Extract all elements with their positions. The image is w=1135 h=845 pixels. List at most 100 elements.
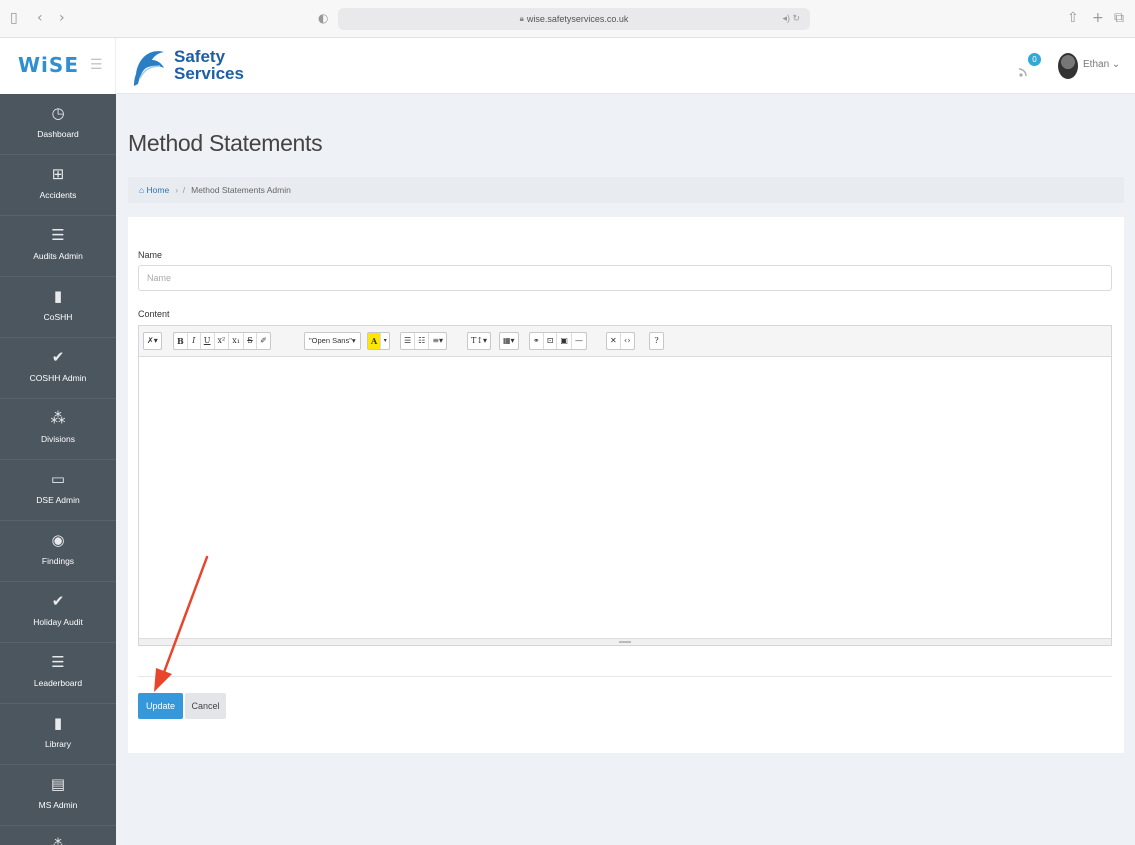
notification-badge: 0 <box>1028 53 1041 66</box>
new-tab-icon[interactable]: + <box>1092 10 1104 26</box>
list-icon: ☰ <box>51 226 65 244</box>
notifications-button[interactable]: 0 <box>1018 53 1041 79</box>
unordered-list-button[interactable]: ☰ <box>401 333 416 349</box>
line-height-dropdown[interactable]: T↕▾ <box>468 333 490 349</box>
sidebar-item-label: Library <box>45 739 71 749</box>
check-icon: ✔ <box>51 348 65 366</box>
editor-content-area[interactable] <box>139 357 1111 639</box>
video-button[interactable]: ▣ <box>557 333 572 349</box>
sidebar-item-label: CoSHH <box>43 312 73 322</box>
sidebar: ◷ Dashboard ⊞ Accidents ☰ Audits Admin ▮… <box>0 94 116 845</box>
tabs-icon[interactable]: ⧉ <box>1114 10 1124 26</box>
breadcrumb-home-link[interactable]: ⌂ Home <box>139 185 169 195</box>
update-button[interactable]: Update <box>138 693 183 719</box>
breadcrumb-separator: › / <box>175 185 186 195</box>
sidebar-item-coshh[interactable]: ▮ CoSHH <box>0 277 116 338</box>
fullscreen-button[interactable]: ✕ <box>607 333 621 349</box>
shield-icon[interactable]: ◐ <box>318 10 328 26</box>
wise-logo[interactable]: WiSE <box>18 53 79 77</box>
ordered-list-button[interactable]: ☷ <box>415 333 430 349</box>
method-statement-form: Name Content ✗▾ B I U x² x₁ S ✐ "Open Sa… <box>128 217 1124 753</box>
italic-button[interactable]: I <box>188 333 201 349</box>
sidebar-item-leaderboard[interactable]: ☰ Leaderboard <box>0 643 116 704</box>
lock-icon: 🔒︎ <box>519 14 524 23</box>
help-group: ? <box>649 332 664 350</box>
sidebar-toggle-icon[interactable]: ▯ <box>10 10 18 26</box>
sidebar-item-library[interactable]: ▮ Library <box>0 704 116 765</box>
horizontal-rule-button[interactable]: — <box>572 333 586 349</box>
sidebar-item-accidents[interactable]: ⊞ Accidents <box>0 155 116 216</box>
editor-resize-handle[interactable] <box>139 638 1111 645</box>
sidebar-item-ms-admin[interactable]: ▤ MS Admin <box>0 765 116 826</box>
book-icon: ▮ <box>53 287 63 305</box>
back-icon[interactable]: ‹ <box>37 10 43 26</box>
list-icon: ☰ <box>51 653 65 671</box>
sidebar-item-label: Divisions <box>40 434 75 444</box>
sidebar-item-holiday-audit[interactable]: ✔ Holiday Audit <box>0 582 116 643</box>
brand-name: Safety Services <box>174 48 244 82</box>
link-button[interactable]: ⚭ <box>530 333 544 349</box>
resize-grip-icon <box>619 641 631 643</box>
strikethrough-button[interactable]: S <box>244 333 257 349</box>
browser-toolbar: ▯ ‹ › ◐ 🔒︎ wise.safetyservices.co.uk ◂) … <box>0 0 1135 38</box>
eye-icon: ◉ <box>51 531 65 549</box>
name-label: Name <box>138 250 163 260</box>
underline-button[interactable]: U <box>201 333 215 349</box>
insert-group: ⚭ ⊡ ▣ — <box>529 332 587 350</box>
dolphin-logo-icon <box>134 51 164 86</box>
users-icon: ⁂ <box>50 836 66 845</box>
sidebar-item-label: Audits Admin <box>33 251 83 261</box>
brand-line-2: Services <box>174 64 244 83</box>
color-group: A ▾ <box>367 332 391 350</box>
sidebar-item-audits-admin[interactable]: ☰ Audits Admin <box>0 216 116 277</box>
address-bar[interactable]: 🔒︎ wise.safetyservices.co.uk ◂) ↻ <box>338 8 810 30</box>
height-group: T↕▾ <box>467 332 492 350</box>
avatar[interactable] <box>1058 53 1078 79</box>
document-icon: ▤ <box>50 775 66 793</box>
user-menu[interactable]: Ethan ⌄ <box>1083 59 1120 70</box>
help-button[interactable]: ? <box>650 333 663 349</box>
breadcrumb-current: Method Statements Admin <box>191 185 291 195</box>
paragraph-group: ☰ ☷ ≡▾ <box>400 332 448 350</box>
check-icon: ✔ <box>51 592 65 610</box>
monitor-icon: ▭ <box>50 470 66 488</box>
users-icon: ⁂ <box>50 409 66 427</box>
highlight-color-button[interactable]: A <box>368 333 382 349</box>
sidebar-item-label: Holiday Audit <box>33 617 83 627</box>
sidebar-item-label: COSHH Admin <box>29 373 87 383</box>
font-name-dropdown[interactable]: "Open Sans"▾ <box>305 333 360 349</box>
breadcrumb-home-label: Home <box>146 185 170 195</box>
sidebar-item-dashboard[interactable]: ◷ Dashboard <box>0 94 116 155</box>
clear-format-button[interactable]: ✐ <box>257 333 270 349</box>
page-title: Method Statements <box>128 130 323 156</box>
breadcrumb: ⌂ Home › / Method Statements Admin <box>128 177 1124 203</box>
subscript-button[interactable]: x₁ <box>229 333 244 349</box>
dashboard-icon: ◷ <box>51 104 65 122</box>
brand-line-1: Safety <box>174 47 226 66</box>
sidebar-item-dse-admin[interactable]: ▭ DSE Admin <box>0 460 116 521</box>
paragraph-align-dropdown[interactable]: ≡▾ <box>429 333 446 349</box>
sidebar-item-label: MS Admin <box>38 800 78 810</box>
superscript-button[interactable]: x² <box>215 333 230 349</box>
color-dropdown[interactable]: ▾ <box>381 333 389 349</box>
style-dropdown[interactable]: ✗▾ <box>144 333 161 349</box>
content-label: Content <box>138 309 170 319</box>
share-icon[interactable]: ⇧ <box>1067 10 1079 26</box>
table-dropdown[interactable]: ▦▾ <box>500 333 518 349</box>
cancel-button[interactable]: Cancel <box>185 693 226 719</box>
hamburger-icon[interactable]: ☰ <box>90 56 103 73</box>
sidebar-item-divisions[interactable]: ⁂ Divisions <box>0 399 116 460</box>
style-group: ✗▾ <box>143 332 162 350</box>
bold-button[interactable]: B <box>174 333 188 349</box>
sidebar-item-coshh-admin[interactable]: ✔ COSHH Admin <box>0 338 116 399</box>
sidebar-item-findings[interactable]: ◉ Findings <box>0 521 116 582</box>
name-field[interactable] <box>138 265 1112 291</box>
forward-icon[interactable]: › <box>59 10 65 26</box>
audio-reload-icon[interactable]: ◂) ↻ <box>782 13 800 24</box>
editor-toolbar: ✗▾ B I U x² x₁ S ✐ "Open Sans"▾ A ▾ ☰ ☷ <box>139 326 1111 357</box>
app-header: WiSE ☰ Safety Services 0 Ethan ⌄ <box>0 38 1135 94</box>
form-divider <box>138 676 1112 677</box>
sidebar-item-more[interactable]: ⁂ <box>0 826 116 845</box>
code-view-button[interactable]: ‹› <box>621 333 634 349</box>
picture-button[interactable]: ⊡ <box>544 333 558 349</box>
